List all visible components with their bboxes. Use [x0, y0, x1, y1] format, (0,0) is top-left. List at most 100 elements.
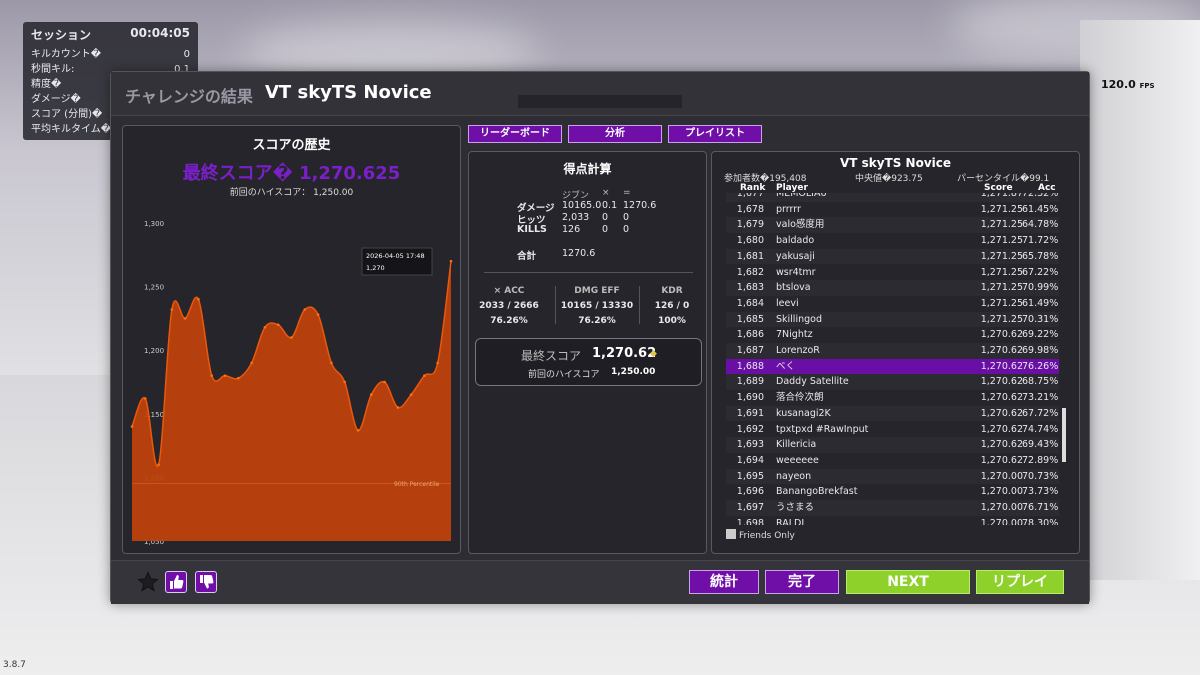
next-button[interactable]: NEXT — [846, 570, 970, 594]
leaderboard-row[interactable]: 1,694 weeeeee 1,270.62 72.89% — [726, 453, 1059, 469]
leaderboard-row[interactable]: 1,696 BanangoBrekfast 1,270.00 73.73% — [726, 484, 1059, 500]
score-point[interactable] — [396, 406, 400, 409]
leaderboard-row[interactable]: 1,697 うさまる 1,270.00 76.71% — [726, 500, 1059, 516]
leaderboard-score: 1,271.25 — [980, 266, 1023, 278]
leaderboard-row[interactable]: 1,683 btslova 1,271.25 70.99% — [726, 280, 1059, 296]
leaderboard-rank: 1,693 — [736, 439, 764, 451]
leaderboard-row[interactable]: 1,692 tpxtpxd #RawInput 1,270.62 74.74% — [726, 422, 1059, 438]
leaderboard-name: LorenzoR — [776, 345, 820, 356]
score-point[interactable] — [423, 374, 426, 377]
leaderboard-row[interactable]: 1,693 Killericia 1,270.62 69.43% — [726, 437, 1059, 453]
stat-v1: 2033 / 2666 — [479, 301, 539, 311]
star-icon — [137, 571, 159, 592]
score-point[interactable] — [223, 374, 227, 377]
score-point[interactable] — [250, 361, 253, 365]
leaderboard-score: 1,270.62 — [980, 407, 1023, 419]
leaderboard-acc: 65.78% — [1022, 250, 1059, 262]
tab-leaderboard[interactable]: リーダーボード — [468, 125, 562, 143]
leaderboard-row[interactable]: 1,691 kusanagi2K 1,270.62 67.72% — [726, 405, 1059, 422]
like-button[interactable] — [165, 571, 187, 593]
friends-only-toggle[interactable]: Friends Only — [726, 529, 795, 541]
leaderboard-row-self[interactable]: 1,688 べく 1,270.62 76.26% — [726, 358, 1059, 375]
leaderboard-row[interactable]: 1,686 7Nightz 1,270.62 69.22% — [726, 327, 1059, 343]
leaderboard-list[interactable]: 1,677 MEMOLIA6 1,271.87 72.32% 1,678 prrrrr 1,… — [726, 193, 1059, 525]
leaderboard-score: 1,270.00 — [980, 517, 1023, 525]
score-point[interactable] — [343, 380, 346, 384]
score-point[interactable] — [210, 374, 214, 377]
leaderboard-rank: 1,680 — [736, 235, 764, 247]
leaderboard-name: べく — [776, 360, 796, 372]
score-point[interactable] — [157, 463, 160, 466]
percentile-label: 90th Percentile — [394, 481, 440, 488]
score-point[interactable] — [303, 308, 307, 311]
leaderboard-rank: 1,677 — [736, 193, 764, 199]
leaderboard-score: 1,270.62 — [980, 439, 1023, 451]
leaderboard-rank: 1,687 — [736, 345, 764, 356]
friends-only-checkbox[interactable] — [726, 529, 736, 539]
score-point[interactable] — [276, 323, 280, 327]
col-player: Player — [776, 183, 808, 193]
leaderboard-row[interactable]: 1,678 prrrrr 1,271.25 61.45% — [726, 202, 1059, 218]
leaderboard-row[interactable]: 1,682 wsr4tmr 1,271.25 67.22% — [726, 265, 1059, 281]
leaderboard-score: 1,271.25 — [980, 235, 1023, 247]
leaderboard-acc: 70.73% — [1022, 470, 1059, 482]
score-point[interactable] — [356, 429, 360, 432]
session-stat-label: キルカウント� — [31, 49, 101, 60]
leaderboard-name: weeeeee — [776, 454, 819, 466]
col-rank: Rank — [740, 183, 766, 193]
score-point[interactable] — [436, 361, 440, 365]
replay-button[interactable]: リプレイ — [976, 570, 1064, 594]
fps-value: 120.0 — [1101, 78, 1136, 91]
score-point[interactable] — [130, 425, 134, 428]
leaderboard-rank: 1,691 — [736, 407, 764, 419]
challenge-results-window: チャレンジの結果 VT skyTS Novice スコアの歴史 最終スコア� 1… — [110, 71, 1090, 604]
leaderboard-median: 中央値�923.75 — [855, 174, 923, 184]
score-point[interactable] — [183, 317, 187, 320]
score-point[interactable] — [290, 336, 293, 339]
session-stat-label: 精度� — [31, 79, 62, 90]
score-point[interactable] — [316, 313, 320, 316]
leaderboard-row[interactable]: 1,690 落合伶次朗 1,270.62 73.21% — [726, 390, 1059, 406]
leaderboard-scrollbar[interactable] — [1062, 408, 1066, 462]
tab-analysis[interactable]: 分析 — [568, 125, 662, 143]
favorite-button[interactable] — [137, 571, 159, 593]
leaderboard-name: baldado — [776, 235, 815, 247]
done-button[interactable]: 完了 — [765, 570, 839, 594]
score-point[interactable] — [237, 376, 240, 380]
score-point[interactable] — [143, 397, 147, 400]
leaderboard-row[interactable]: 1,680 baldado 1,271.25 71.72% — [726, 233, 1059, 249]
stats-button[interactable]: 統計 — [689, 570, 759, 594]
score-point[interactable] — [197, 298, 200, 301]
leaderboard-rank: 1,692 — [736, 423, 764, 435]
leaderboard-row[interactable]: 1,689 Daddy Satellite 1,270.62 68.75% — [726, 374, 1059, 391]
tab-playlist[interactable]: プレイリスト — [668, 125, 762, 143]
score-point[interactable] — [330, 361, 333, 365]
score-point[interactable] — [449, 259, 453, 263]
leaderboard-row[interactable]: 1,681 yakusaji 1,271.25 65.78% — [726, 248, 1059, 265]
leaderboard-row[interactable]: 1,687 LorenzoR 1,270.62 69.98% — [726, 343, 1059, 359]
dislike-button[interactable] — [195, 571, 217, 593]
leaderboard-row[interactable]: 1,698 RALDI 1,270.00 78.30% — [726, 516, 1059, 525]
score-point[interactable] — [263, 326, 267, 329]
final-prev-value: 1,250.00 — [611, 367, 656, 377]
leaderboard-score: 1,270.00 — [980, 470, 1023, 482]
leaderboard-row[interactable]: 1,677 MEMOLIA6 1,271.87 72.32% — [726, 193, 1059, 202]
leaderboard-acc: 78.30% — [1022, 517, 1059, 525]
calc-cell-a: 2,033 — [562, 212, 590, 223]
score-point[interactable] — [383, 380, 386, 384]
score-point[interactable] — [170, 308, 174, 311]
leaderboard-score: 1,270.00 — [980, 486, 1023, 498]
leaderboard-row[interactable]: 1,684 leevi 1,271.25 61.49% — [726, 296, 1059, 312]
leaderboard-rank: 1,684 — [736, 297, 764, 309]
calc-title: 得点計算 — [563, 162, 612, 176]
leaderboard-row[interactable]: 1,685 Skillingod 1,271.25 70.31% — [726, 311, 1059, 328]
leaderboard-acc: 73.21% — [1022, 392, 1059, 404]
leaderboard-row[interactable]: 1,695 nayeon 1,270.00 70.73% — [726, 468, 1059, 485]
score-point[interactable] — [409, 393, 413, 397]
leaderboard-name: BanangoBrekfast — [776, 486, 858, 498]
leaderboard-rank: 1,685 — [736, 313, 764, 325]
score-point[interactable] — [369, 393, 373, 397]
leaderboard-score: 1,270.62 — [980, 454, 1023, 466]
leaderboard-score: 1,271.25 — [980, 203, 1023, 215]
leaderboard-row[interactable]: 1,679 valo感度用 1,271.25 64.78% — [726, 217, 1059, 234]
